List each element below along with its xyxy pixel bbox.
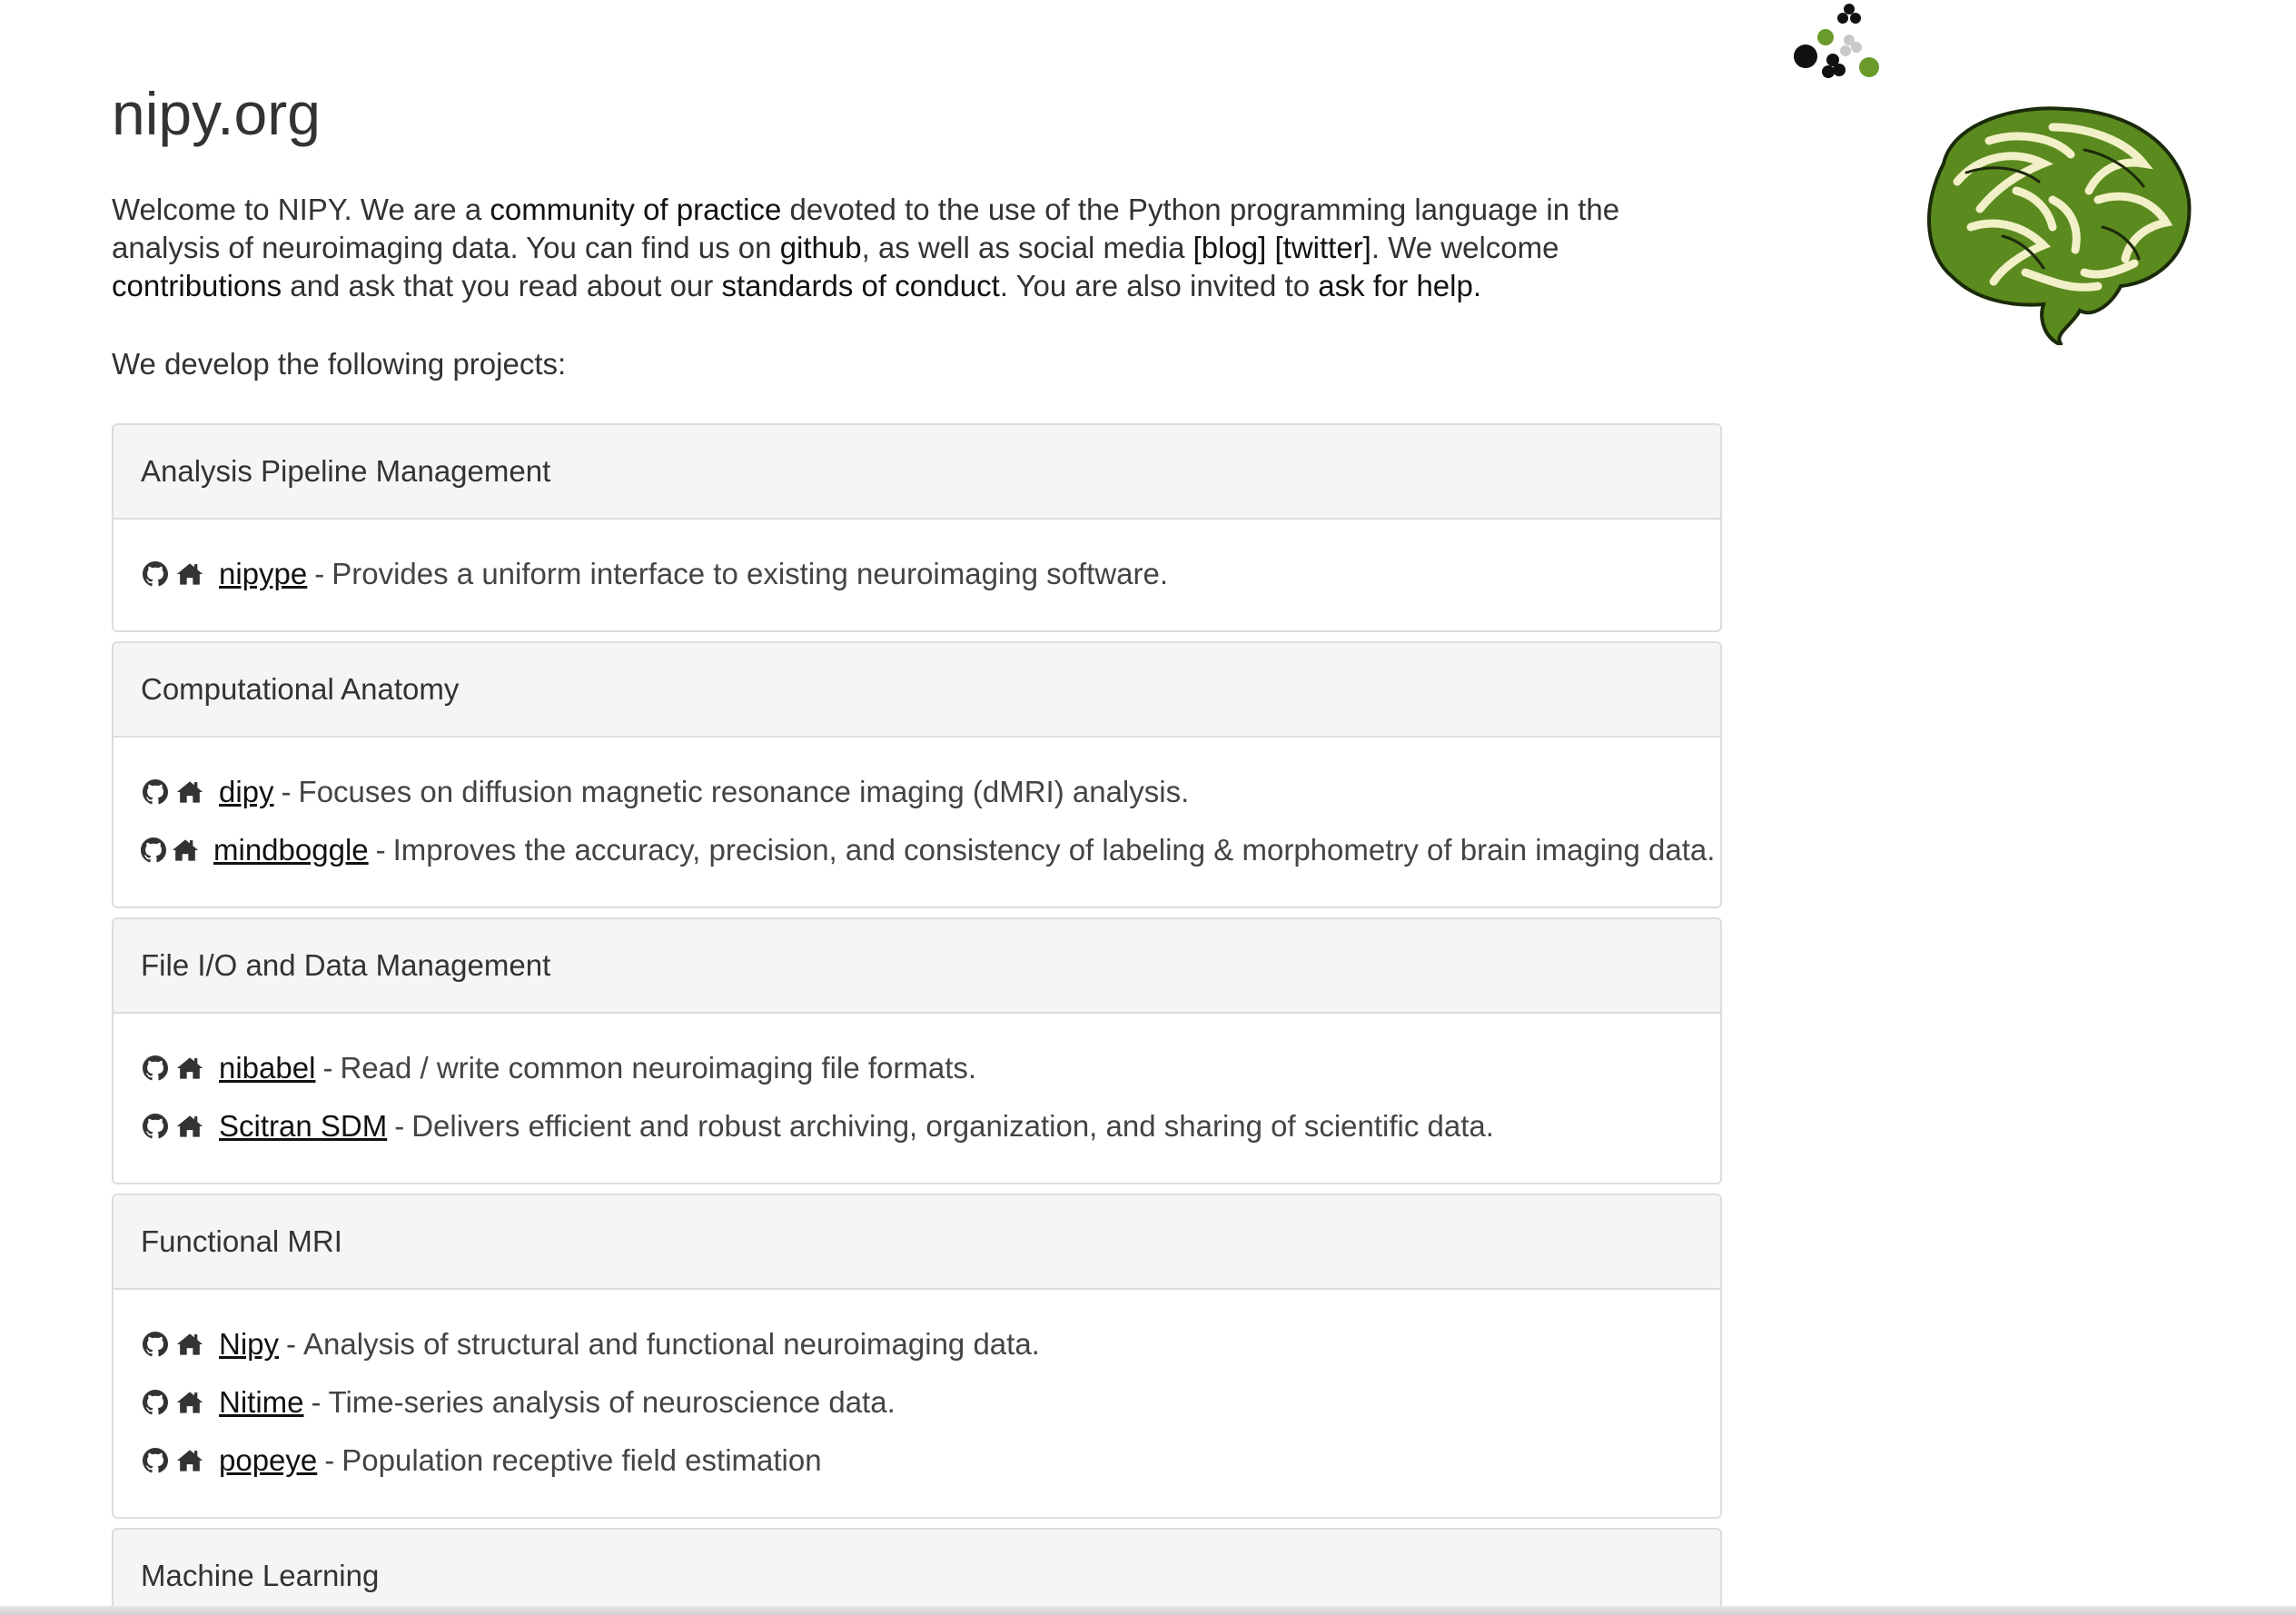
home-icon[interactable] — [172, 836, 199, 865]
github-icon[interactable] — [141, 560, 170, 589]
project-link[interactable]: Nipy — [219, 1327, 279, 1362]
github-icon[interactable] — [141, 778, 170, 807]
project-link[interactable]: dipy — [219, 775, 274, 809]
project-item: Nipy - Analysis of structural and function… — [141, 1315, 1693, 1373]
project-section: Analysis Pipeline Management nipype - Prov… — [112, 423, 1722, 632]
home-icon[interactable] — [175, 778, 204, 807]
home-icon[interactable] — [175, 1446, 204, 1475]
separator: - — [311, 1385, 322, 1419]
project-link[interactable]: Scitran SDM — [219, 1109, 387, 1144]
section-body: nibabel - Read / write common neuroimaging… — [114, 1014, 1720, 1183]
project-description: Improves the accuracy, precision, and co… — [392, 833, 1716, 867]
project-description: Focuses on diffusion magnetic resonance … — [298, 775, 1190, 808]
separator: - — [324, 1443, 335, 1477]
intro-text: Welcome to NIPY. We are a — [112, 193, 490, 226]
project-description: Population receptive field estimation — [341, 1443, 822, 1477]
github-icon[interactable] — [141, 1054, 170, 1083]
section-body: Nipy - Analysis of structural and function… — [114, 1290, 1720, 1517]
home-icon[interactable] — [175, 560, 204, 589]
window-bottom-edge — [0, 1606, 2296, 1615]
community-of-practice-link[interactable]: community of practice — [490, 193, 781, 226]
home-icon[interactable] — [175, 1054, 204, 1083]
project-item: popeye - Population receptive field estima… — [141, 1432, 1693, 1490]
section-heading: Analysis Pipeline Management — [114, 425, 1720, 520]
project-section: File I/O and Data Management nibabel - Rea… — [112, 917, 1722, 1184]
intro-paragraph: Welcome to NIPY. We are a community of p… — [112, 191, 1722, 305]
project-item: Scitran SDM - Delivers efficient and robus… — [141, 1097, 1693, 1155]
project-description: Analysis of structural and functional ne… — [303, 1327, 1040, 1361]
section-heading: Machine Learning — [114, 1530, 1720, 1615]
intro-text: , as well as social media — [861, 231, 1193, 264]
page: nipy.org Welcome to NIPY. We are a commu… — [0, 0, 2296, 1615]
twitter-link[interactable]: [twitter] — [1275, 231, 1371, 264]
section-body: nipype - Provides a uniform interface to e… — [114, 520, 1720, 630]
blog-link[interactable]: [blog] — [1193, 231, 1267, 264]
intro-text — [1266, 231, 1274, 264]
section-heading: Functional MRI — [114, 1195, 1720, 1290]
standards-of-conduct-link[interactable]: standards of conduct — [721, 269, 999, 302]
section-body: dipy - Focuses on diffusion magnetic reson… — [114, 738, 1720, 907]
project-description: Read / write common neuroimaging file fo… — [340, 1051, 977, 1085]
github-link[interactable]: github — [780, 231, 862, 264]
project-link[interactable]: Nitime — [219, 1385, 304, 1420]
separator: - — [314, 557, 325, 590]
github-icon[interactable] — [141, 1446, 170, 1475]
intro-text: . We welcome — [1371, 231, 1559, 264]
separator: - — [322, 1051, 333, 1085]
ask-for-help-link[interactable]: ask for help. — [1318, 269, 1481, 302]
project-description: Provides a uniform interface to existing… — [332, 557, 1169, 590]
project-item: mindboggle - Improves the accuracy, precis… — [141, 821, 1715, 879]
home-icon[interactable] — [175, 1112, 204, 1141]
home-icon[interactable] — [175, 1388, 204, 1417]
github-icon[interactable] — [141, 1330, 170, 1359]
project-item: Nitime - Time-series analysis of neuroscie… — [141, 1373, 1693, 1432]
projects-lead: We develop the following projects: — [112, 347, 567, 381]
page-title: nipy.org — [112, 80, 321, 147]
separator: - — [286, 1327, 297, 1361]
github-icon[interactable] — [141, 1112, 170, 1141]
project-description: Time-series analysis of neuroscience dat… — [328, 1385, 896, 1419]
project-link[interactable]: mindboggle — [213, 833, 369, 867]
project-section: Computational Anatomy dipy - Focuses on di… — [112, 641, 1722, 908]
project-link[interactable]: popeye — [219, 1443, 317, 1478]
project-item: dipy - Focuses on diffusion magnetic reson… — [141, 763, 1693, 821]
intro-text: . You are also invited to — [999, 269, 1319, 302]
github-icon[interactable] — [141, 836, 166, 865]
project-section: Functional MRI Nipy - Analysis of structur… — [112, 1194, 1722, 1519]
separator: - — [394, 1109, 405, 1143]
project-link[interactable]: nipype — [219, 557, 307, 591]
project-item: nipype - Provides a uniform interface to e… — [141, 545, 1693, 603]
project-item: nibabel - Read / write common neuroimaging… — [141, 1039, 1693, 1097]
nipy-dots-logo[interactable] — [1787, 0, 1887, 82]
nipy-brain-logo[interactable] — [1916, 100, 2198, 345]
home-icon[interactable] — [175, 1330, 204, 1359]
separator: - — [281, 775, 292, 808]
section-heading: File I/O and Data Management — [114, 919, 1720, 1014]
project-description: Delivers efficient and robust archiving,… — [411, 1109, 1494, 1143]
github-icon[interactable] — [141, 1388, 170, 1417]
separator: - — [375, 833, 386, 867]
intro-text: and ask that you read about our — [282, 269, 722, 302]
project-sections: Analysis Pipeline Management nipype - Prov… — [112, 423, 1722, 1615]
project-section: Machine Learning — [112, 1528, 1722, 1615]
contributions-link[interactable]: contributions — [112, 269, 282, 302]
project-link[interactable]: nibabel — [219, 1051, 315, 1085]
section-heading: Computational Anatomy — [114, 643, 1720, 738]
